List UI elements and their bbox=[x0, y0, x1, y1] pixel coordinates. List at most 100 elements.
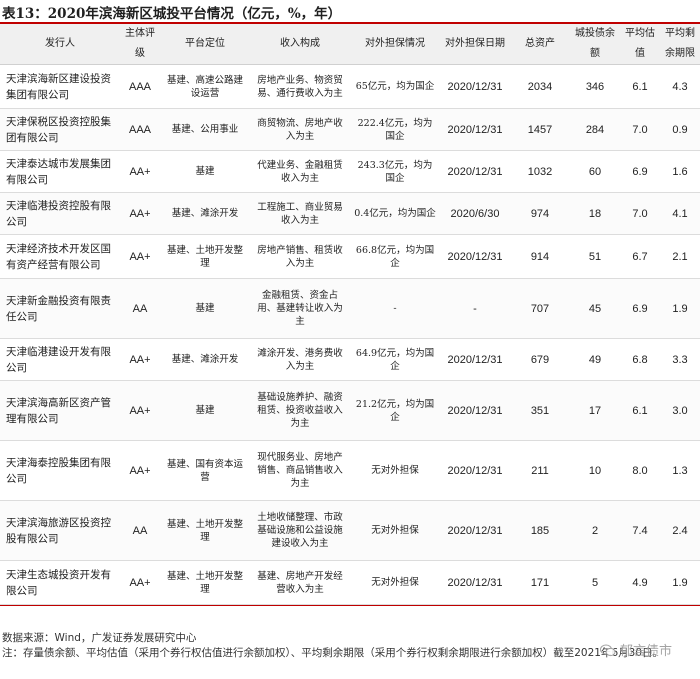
column-header: 平均剩余期限 bbox=[660, 24, 700, 65]
date-cell: 2020/12/31 bbox=[440, 440, 510, 501]
term-cell: 1.9 bbox=[660, 278, 700, 339]
guarantee-cell: 66.8亿元，均为国企 bbox=[350, 234, 440, 279]
issuer-cell: 天津泰达城市发展集团有限公司 bbox=[0, 150, 120, 193]
rating-cell: AA bbox=[120, 500, 160, 561]
rating-cell: AA+ bbox=[120, 192, 160, 235]
column-header: 对外担保日期 bbox=[440, 24, 510, 65]
term-cell: 4.1 bbox=[660, 192, 700, 235]
assets-cell: 2034 bbox=[510, 64, 570, 109]
valuation-cell: 8.0 bbox=[620, 440, 660, 501]
platform-table: 发行人 主体评级 平台定位 收入构成 对外担保情况 对外担保日期 总资产 城投债余额 平均估值平… bbox=[0, 24, 700, 605]
valuation-cell: 7.0 bbox=[620, 108, 660, 151]
table-row: 天津经济技术开发区国有资产经营有限公司 AA+ 基建、土地开发整理 房地产销售、租赁收… bbox=[0, 234, 700, 279]
valuation-cell: 6.8 bbox=[620, 338, 660, 381]
assets-cell: 914 bbox=[510, 234, 570, 279]
data-table-container: 发行人 主体评级 平台定位 收入构成 对外担保情况 对外担保日期 总资产 城投债余额 平均估值平… bbox=[0, 22, 700, 606]
revenue-cell: 现代服务业、房地产销售、商品销售收入为主 bbox=[250, 440, 350, 501]
date-cell: 2020/12/31 bbox=[440, 380, 510, 441]
bond-balance-cell: 346 bbox=[570, 64, 620, 109]
date-cell: 2020/12/31 bbox=[440, 500, 510, 561]
issuer-cell: 天津滨海旅游区投资控股有限公司 bbox=[0, 500, 120, 561]
term-cell: 3.0 bbox=[660, 380, 700, 441]
valuation-cell: 6.9 bbox=[620, 278, 660, 339]
guarantee-cell: 0.4亿元，均为国企 bbox=[350, 192, 440, 235]
valuation-cell: 6.1 bbox=[620, 64, 660, 109]
bond-balance-cell: 18 bbox=[570, 192, 620, 235]
term-cell: 0.9 bbox=[660, 108, 700, 151]
term-cell: 1.3 bbox=[660, 440, 700, 501]
revenue-cell: 基础设施养护、融资租赁、投资收益收入为主 bbox=[250, 380, 350, 441]
assets-cell: 1032 bbox=[510, 150, 570, 193]
bond-balance-cell: 17 bbox=[570, 380, 620, 441]
valuation-cell: 6.9 bbox=[620, 150, 660, 193]
term-cell: 2.1 bbox=[660, 234, 700, 279]
guarantee-cell: 64.9亿元，均为国企 bbox=[350, 338, 440, 381]
guarantee-cell: 无对外担保 bbox=[350, 440, 440, 501]
bond-balance-cell: 2 bbox=[570, 500, 620, 561]
assets-cell: 707 bbox=[510, 278, 570, 339]
rating-cell: AAA bbox=[120, 108, 160, 151]
table-row: 天津滨海旅游区投资控股有限公司 AA 基建、土地开发整理 土地收储整理、市政基础设施和… bbox=[0, 500, 700, 561]
issuer-cell: 天津生态城投资开发有限公司 bbox=[0, 560, 120, 605]
valuation-cell: 6.1 bbox=[620, 380, 660, 441]
column-header: 主体评级 bbox=[120, 24, 160, 65]
issuer-cell: 天津经济技术开发区国有资产经营有限公司 bbox=[0, 234, 120, 279]
revenue-cell: 房地产业务、物资贸易、通行费收入为主 bbox=[250, 64, 350, 109]
rating-cell: AA+ bbox=[120, 380, 160, 441]
watermark-text: 郁言债市 bbox=[619, 644, 672, 659]
table-body: 天津滨海新区建设投资集团有限公司 AAA 基建、高速公路建设运营 房地产业务、物资贸易… bbox=[0, 64, 700, 605]
bond-balance-cell: 51 bbox=[570, 234, 620, 279]
guarantee-cell: - bbox=[350, 278, 440, 339]
position-cell: 基建 bbox=[160, 150, 250, 193]
revenue-cell: 商贸物流、房地产收入为主 bbox=[250, 108, 350, 151]
assets-cell: 211 bbox=[510, 440, 570, 501]
table-row: 天津保税区投资控股集团有限公司 AAA 基建、公用事业 商贸物流、房地产收入为主 222… bbox=[0, 108, 700, 151]
date-cell: 2020/12/31 bbox=[440, 108, 510, 151]
column-header: 平台定位 bbox=[160, 24, 250, 65]
position-cell: 基建、滩涂开发 bbox=[160, 338, 250, 381]
guarantee-cell: 222.4亿元，均为国企 bbox=[350, 108, 440, 151]
date-cell: 2020/12/31 bbox=[440, 560, 510, 605]
table-row: 天津海泰控股集团有限公司 AA+ 基建、国有资本运营 现代服务业、房地产销售、商品销售… bbox=[0, 440, 700, 501]
bond-balance-cell: 45 bbox=[570, 278, 620, 339]
bond-balance-cell: 10 bbox=[570, 440, 620, 501]
bond-balance-cell: 49 bbox=[570, 338, 620, 381]
term-cell: 3.3 bbox=[660, 338, 700, 381]
revenue-cell: 工程施工、商业贸易收入为主 bbox=[250, 192, 350, 235]
term-cell: 4.3 bbox=[660, 64, 700, 109]
assets-cell: 185 bbox=[510, 500, 570, 561]
issuer-cell: 天津新金融投资有限责任公司 bbox=[0, 278, 120, 339]
footnote: 注：存量债余额、平均估值（采用个券行权估值进行余额加权）、平均剩余期限（采用个券… bbox=[2, 647, 664, 659]
issuer-cell: 天津临港投资控股有限公司 bbox=[0, 192, 120, 235]
revenue-cell: 金融租赁、资金占用、基建转让收入为主 bbox=[250, 278, 350, 339]
valuation-cell: 7.0 bbox=[620, 192, 660, 235]
data-source: 数据来源：Wind，广发证券发展研究中心 bbox=[2, 632, 197, 644]
position-cell: 基建 bbox=[160, 278, 250, 339]
position-cell: 基建、高速公路建设运营 bbox=[160, 64, 250, 109]
assets-cell: 974 bbox=[510, 192, 570, 235]
rating-cell: AA+ bbox=[120, 234, 160, 279]
column-header: 平均估值 bbox=[620, 24, 660, 65]
guarantee-cell: 21.2亿元，均为国企 bbox=[350, 380, 440, 441]
table-row: 天津新金融投资有限责任公司 AA 基建 金融租赁、资金占用、基建转让收入为主 - -707… bbox=[0, 278, 700, 339]
position-cell: 基建 bbox=[160, 380, 250, 441]
bond-balance-cell: 60 bbox=[570, 150, 620, 193]
position-cell: 基建、土地开发整理 bbox=[160, 560, 250, 605]
rating-cell: AA+ bbox=[120, 440, 160, 501]
guarantee-cell: 243.3亿元，均为国企 bbox=[350, 150, 440, 193]
date-cell: 2020/12/31 bbox=[440, 150, 510, 193]
revenue-cell: 房地产销售、租赁收入为主 bbox=[250, 234, 350, 279]
date-cell: 2020/12/31 bbox=[440, 338, 510, 381]
position-cell: 基建、国有资本运营 bbox=[160, 440, 250, 501]
rating-cell: AA bbox=[120, 278, 160, 339]
assets-cell: 1457 bbox=[510, 108, 570, 151]
issuer-cell: 天津滨海新区建设投资集团有限公司 bbox=[0, 64, 120, 109]
date-cell: 2020/12/31 bbox=[440, 64, 510, 109]
column-header: 收入构成 bbox=[250, 24, 350, 65]
assets-cell: 351 bbox=[510, 380, 570, 441]
bond-balance-cell: 5 bbox=[570, 560, 620, 605]
guarantee-cell: 无对外担保 bbox=[350, 500, 440, 561]
table-row: 天津滨海高新区资产管理有限公司 AA+ 基建 基础设施养护、融资租赁、投资收益收入为主… bbox=[0, 380, 700, 441]
guarantee-cell: 65亿元，均为国企 bbox=[350, 64, 440, 109]
revenue-cell: 滩涂开发、港务费收入为主 bbox=[250, 338, 350, 381]
